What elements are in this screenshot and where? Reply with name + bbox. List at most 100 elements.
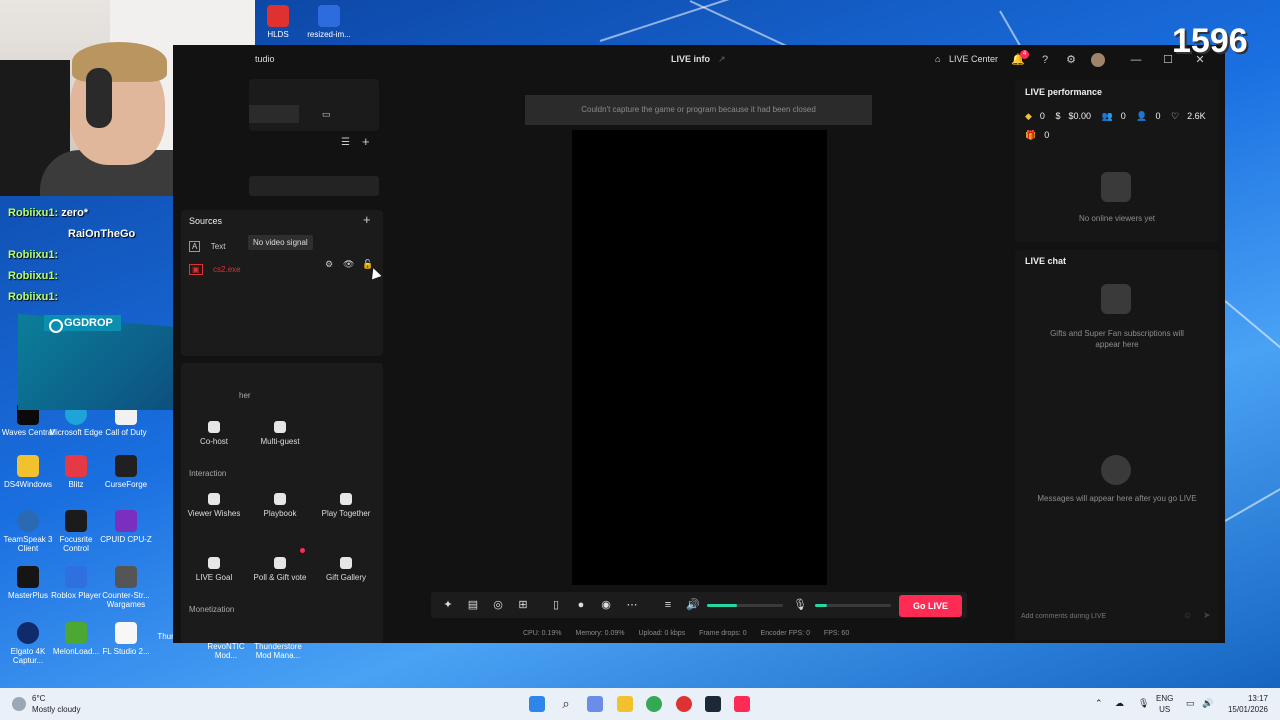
windows-start-icon[interactable] (529, 696, 545, 712)
avatar[interactable] (1091, 53, 1105, 67)
visibility-eye-icon[interactable]: 👁 (343, 259, 354, 270)
search-icon[interactable]: ⌕ (558, 696, 574, 712)
language-indicator[interactable]: ENG US (1156, 693, 1173, 715)
wishes-icon (208, 493, 220, 505)
tools-panel: her Co-host Multi-guest Interaction View… (181, 363, 383, 643)
onedrive-icon[interactable]: ☁ (1115, 698, 1124, 709)
no-video-signal-tooltip: No video signal (248, 235, 313, 250)
audio-mixer-icon[interactable]: ≡ (661, 598, 675, 612)
viewers-icon: 👥 (1101, 111, 1113, 121)
sources-panel: Sources + A Text ▣ cs2.exe ⚙ 👁 🔓 (181, 210, 383, 356)
add-source-icon[interactable]: + (363, 212, 371, 227)
sources-header: Sources (189, 216, 223, 226)
source-item-text[interactable]: A Text (189, 236, 225, 252)
chat-line: Robiixu1: zero* (8, 207, 89, 219)
weather-widget[interactable]: 6°C Mostly cloudy (32, 693, 80, 715)
live-performance-panel: LIVE performance ◆ 0 $ $0.00 👥 0 👤 0 ♡ 2.6K 🎁… (1015, 80, 1219, 242)
settings-gear-icon[interactable]: ⚙ (1064, 53, 1078, 67)
magic-wand-icon[interactable]: ✦ (441, 598, 455, 612)
viewer-wishes-button[interactable]: Viewer Wishes (184, 487, 244, 537)
desktop-icon-hlds[interactable]: HLDS (250, 5, 306, 39)
cpuz-icon (115, 510, 137, 532)
gift-gallery-button[interactable]: Gift Gallery (316, 551, 376, 601)
comment-input[interactable] (1021, 607, 1181, 625)
playbook-icon (274, 493, 286, 505)
desktop-icon-curseforge[interactable]: CurseForge (98, 455, 154, 489)
desktop-icon-roblox[interactable]: Roblox Player (48, 566, 104, 600)
steam-icon[interactable] (705, 696, 721, 712)
copilot-icon[interactable] (587, 696, 603, 712)
live-chat-panel: LIVE chat Gifts and Super Fan subscripti… (1015, 250, 1219, 640)
masterplus-icon (17, 566, 39, 588)
live-performance-title: LIVE performance (1025, 87, 1103, 97)
chevron-up-icon[interactable]: ⌃ (1095, 698, 1103, 709)
help-icon[interactable]: ? (1038, 53, 1052, 67)
no-viewers-message: No online viewers yet (1078, 214, 1156, 223)
bottom-toolbar: ✦ ▤ ◎ ⊞ ▯ ● ◉ ⋯ ≡ 🔊 🎙 (431, 592, 967, 618)
mic-volume-slider[interactable] (815, 604, 891, 607)
followers-icon: 👤 (1136, 111, 1148, 121)
layout-icon[interactable]: ⊞ (516, 598, 530, 612)
emoji-icon[interactable]: ☺ (1183, 610, 1192, 620)
chrome-icon[interactable] (646, 696, 662, 712)
co-host-button[interactable]: Co-host (184, 415, 244, 465)
minimize-button[interactable]: — (1129, 53, 1143, 67)
record-icon[interactable]: ● (574, 598, 588, 612)
desktop-icon-blitz[interactable]: Blitz (48, 455, 104, 489)
ai-icon[interactable]: ◎ (491, 598, 505, 612)
stream-preview (572, 130, 827, 585)
source-item-game[interactable]: ▣ cs2.exe ⚙ 👁 🔓 (189, 259, 379, 275)
title-bar: tudio LIVE info ↗ ⌂ LIVE Center 🔔 4 ? ⚙ … (173, 45, 1225, 75)
list-icon[interactable]: ☰ (341, 137, 350, 148)
playbook-button[interactable]: Playbook (250, 487, 310, 537)
gifts-metric: 🎁 0 (1025, 130, 1050, 140)
scene-panel: ▭ (249, 79, 379, 131)
clock[interactable]: 13:17 15/01/2026 (1220, 693, 1268, 715)
scene-tab-active[interactable] (249, 105, 299, 123)
landscape-icon[interactable]: ▭ (322, 109, 331, 120)
speaker-volume-slider[interactable] (707, 604, 783, 607)
effects-icon[interactable]: ▤ (466, 598, 480, 612)
live-goal-button[interactable]: LIVE Goal (184, 551, 244, 601)
share-icon[interactable]: ↗ (718, 54, 726, 65)
poll-gift-vote-button[interactable]: Poll & Gift vote (250, 551, 310, 601)
replay-icon[interactable]: ◉ (599, 598, 613, 612)
live-info-tab[interactable]: LIVE info (671, 54, 710, 64)
speaker-icon[interactable]: 🔊 (686, 598, 700, 612)
multi-guest-button[interactable]: Multi-guest (250, 415, 310, 465)
live-center-button[interactable]: LIVE Center (949, 54, 998, 64)
desktop-icon-melonloader[interactable]: MelonLoad... (48, 622, 104, 656)
desktop-icon-cpuz[interactable]: CPUID CPU-Z (98, 510, 154, 544)
scene-item[interactable] (249, 176, 379, 196)
melonloader-icon (65, 622, 87, 644)
desktop-icon-counter-strike[interactable]: Counter-Str... Wargames (98, 566, 154, 609)
desktop-icon-fl-studio[interactable]: FL Studio 2... (98, 622, 154, 656)
subs-message: Gifts and Super Fan subscriptions will a… (1050, 329, 1184, 349)
live-studio-window: tudio LIVE info ↗ ⌂ LIVE Center 🔔 4 ? ⚙ … (173, 45, 1225, 643)
network-icon[interactable]: ▭ (1186, 698, 1195, 709)
microphone-tray-icon[interactable]: 🎙 (1138, 698, 1149, 709)
file-explorer-icon[interactable] (617, 696, 633, 712)
desktop-icon-focusrite[interactable]: Focusrite Control (48, 510, 104, 553)
more-icon[interactable]: ⋯ (625, 598, 639, 612)
elgato-icon (17, 622, 39, 644)
weather-icon (12, 697, 26, 711)
play-together-button[interactable]: Play Together (316, 487, 376, 537)
app-icon[interactable] (676, 696, 692, 712)
ggdrop-label: GGDROP (44, 315, 121, 333)
go-live-button[interactable]: Go LIVE (899, 595, 962, 617)
desktop-icon-thunderstore[interactable]: Thunderstore Mod Mana... (250, 642, 306, 660)
tiktok-live-studio-icon[interactable] (734, 696, 750, 712)
microphone-icon[interactable]: 🎙 (793, 598, 807, 612)
add-scene-icon[interactable]: + (362, 134, 370, 149)
source-settings-icon[interactable]: ⚙ (325, 259, 333, 270)
focusrite-icon (65, 510, 87, 532)
send-icon[interactable]: ➤ (1203, 610, 1211, 621)
phone-icon[interactable]: ▯ (549, 598, 563, 612)
desktop-icon-revontic[interactable]: RevoNTIC Mod... (198, 642, 254, 660)
volume-tray-icon[interactable]: 🔊 (1202, 698, 1213, 709)
mic-volume-fill (815, 604, 828, 607)
desktop-icon-resized-image[interactable]: resized-im... (301, 5, 357, 39)
blitz-icon (65, 455, 87, 477)
section-label: her (239, 391, 251, 400)
